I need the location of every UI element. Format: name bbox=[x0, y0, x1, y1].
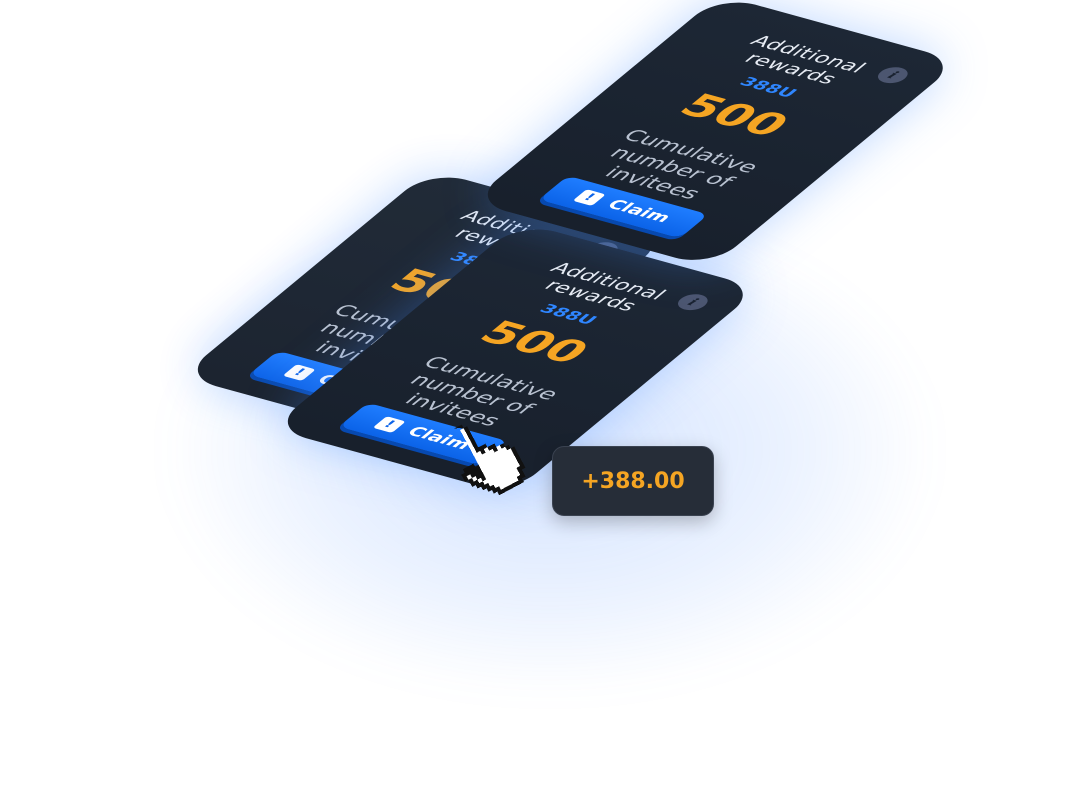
claim-button-label: Claim bbox=[602, 197, 676, 226]
pointer-hand-icon bbox=[454, 424, 526, 496]
tooltip-value: +388.00 bbox=[581, 468, 685, 494]
scene: Additional rewards i 388U 500 Cumulative… bbox=[0, 0, 1066, 802]
reward-tooltip: +388.00 bbox=[552, 446, 714, 516]
exclamation-icon: ! bbox=[282, 364, 316, 381]
exclamation-icon: ! bbox=[372, 416, 406, 433]
exclamation-icon: ! bbox=[572, 189, 606, 206]
